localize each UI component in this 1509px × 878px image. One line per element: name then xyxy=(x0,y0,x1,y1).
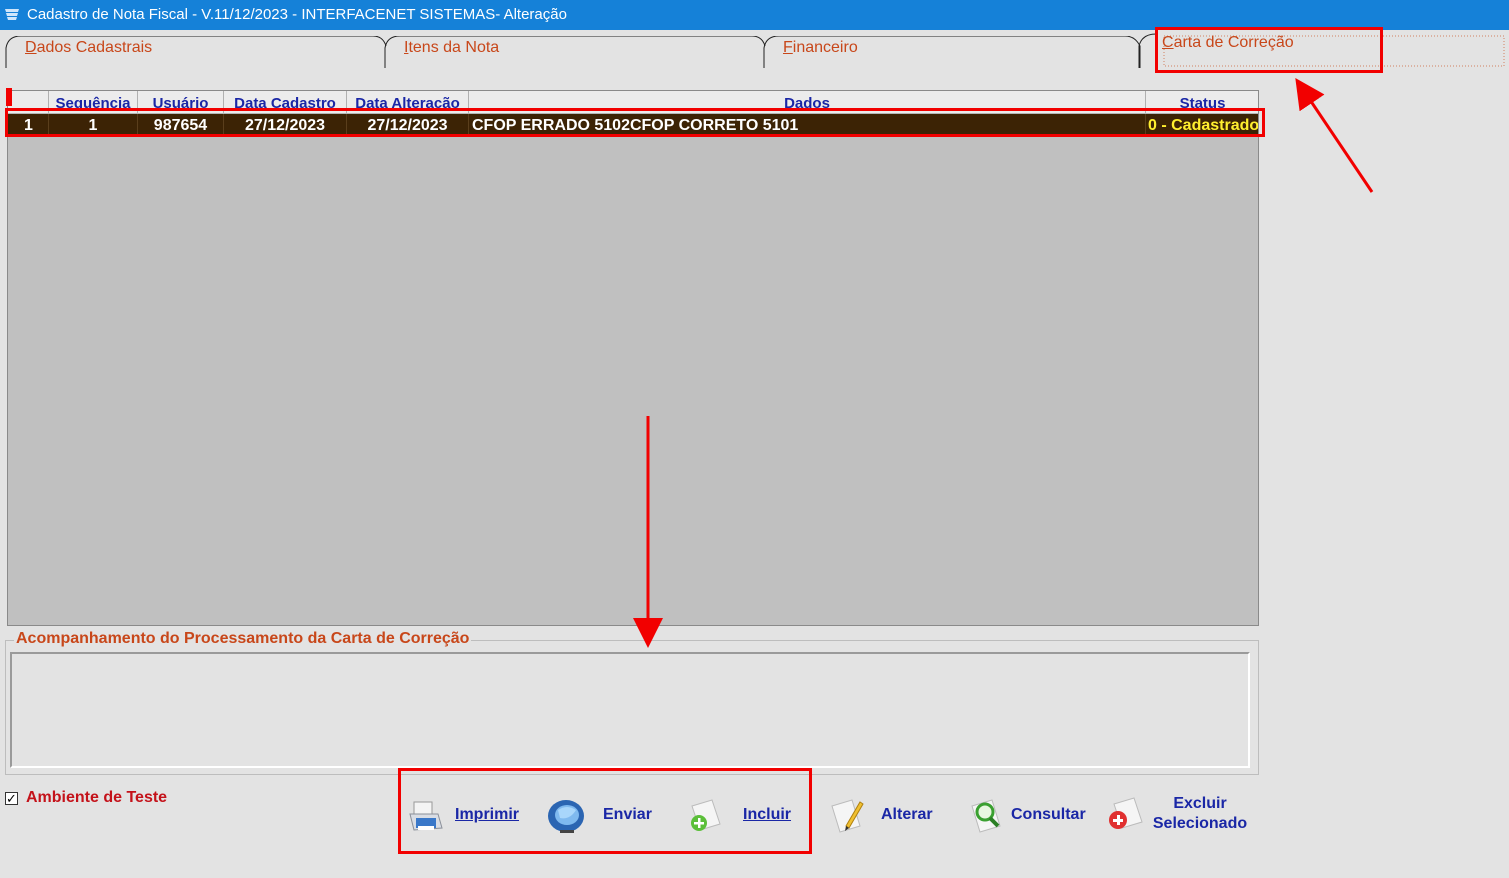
annotation-arrow-tab xyxy=(1295,78,1374,193)
annotation-arrows xyxy=(633,78,1374,648)
